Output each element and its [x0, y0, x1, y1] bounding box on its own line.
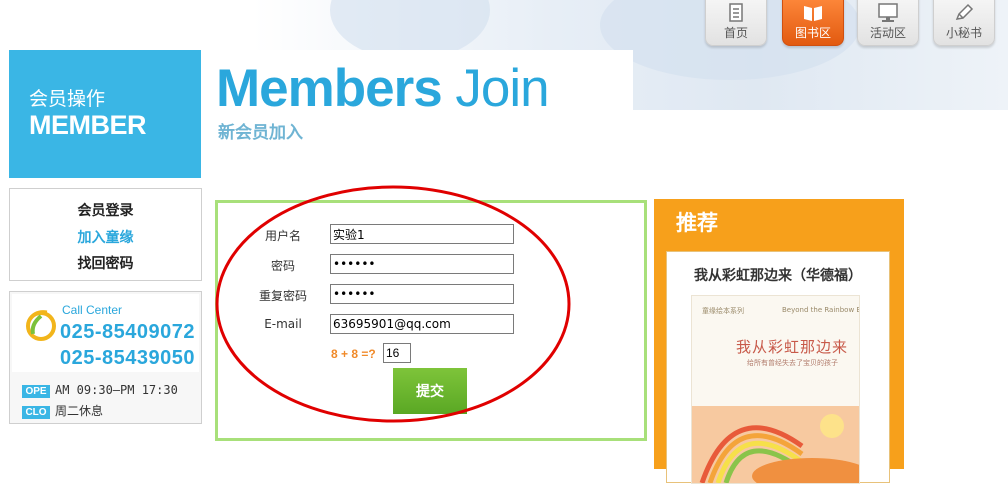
hours-text: AM 09:30—PM 17:30	[55, 383, 178, 397]
page-title-light: Join	[441, 59, 549, 118]
username-field[interactable]	[330, 224, 514, 244]
cover-series: 童缘绘本系列	[702, 307, 744, 315]
page-title-bold: Members	[216, 59, 443, 118]
monitor-icon	[878, 3, 898, 22]
captcha-question: 8 + 8 =?	[331, 347, 376, 361]
book-icon	[804, 6, 822, 21]
hours-tag: CLO	[22, 406, 50, 419]
call-center-box: Call Center 025-85409072 025-85439050 OP…	[9, 291, 202, 424]
book-title: 我从彩虹那边来（华德福）	[694, 268, 862, 284]
sidebar-item-login[interactable]: 会员登录	[10, 200, 201, 220]
recommend-title: 推荐	[676, 211, 718, 235]
nav-books[interactable]: 图书区	[782, 0, 844, 46]
cover-tagline: 给所有曾经失去了宝贝的孩子	[747, 359, 838, 367]
book-cover[interactable]: 童缘绘本系列 Beyond the Rainbow Bridge 我从彩虹那边来…	[691, 295, 860, 484]
nav-label: 活动区	[869, 26, 906, 40]
phone-icon	[26, 310, 56, 341]
member-title-cn: 会员操作	[29, 88, 106, 110]
phone-number: 025-85439050	[60, 347, 196, 369]
nav-label: 图书区	[794, 26, 831, 40]
opening-hours: OPE AM 09:30—PM 17:30	[22, 383, 178, 398]
confirm-password-label: 重复密码	[258, 289, 307, 303]
page-title: Members Join	[216, 56, 550, 122]
sidebar-item-recover-password[interactable]: 找回密码	[10, 253, 201, 273]
sidebar-menu: 会员登录 加入童缘 找回密码	[9, 188, 202, 281]
username-label: 用户名	[264, 229, 301, 243]
page-subtitle: 新会员加入	[218, 123, 303, 143]
email-field[interactable]	[330, 314, 514, 334]
pencil-icon	[955, 3, 974, 20]
book-card[interactable]: 我从彩虹那边来（华德福） 童缘绘本系列 Beyond the Rainbow B…	[666, 251, 890, 484]
sidebar-item-join[interactable]: 加入童缘	[10, 227, 201, 247]
call-center-label: Call Center	[62, 303, 123, 317]
document-icon	[729, 3, 743, 22]
captcha-field[interactable]	[383, 343, 411, 363]
confirm-password-field[interactable]	[330, 284, 514, 304]
nav-label: 首页	[723, 26, 748, 40]
registration-form: 用户名 密码 重复密码 E-mail 8 + 8 =? 提交	[215, 200, 647, 441]
nav-label: 小秘书	[945, 26, 982, 40]
member-banner: 会员操作 MEMBER	[9, 50, 201, 178]
nav-activities[interactable]: 活动区	[857, 0, 919, 46]
cover-title: 我从彩虹那边来	[736, 338, 849, 356]
nav-secretary[interactable]: 小秘书	[933, 0, 995, 46]
call-center-inner: Call Center 025-85409072 025-85439050	[12, 294, 199, 372]
nav-home[interactable]: 首页	[705, 0, 767, 46]
member-title-en: MEMBER	[29, 110, 147, 140]
recommend-panel: 推荐 我从彩虹那边来（华德福） 童缘绘本系列 Beyond the Rainbo…	[654, 199, 904, 484]
hours-text: 周二休息	[55, 404, 104, 418]
phone-number: 025-85409072	[60, 321, 196, 343]
cover-en-title: Beyond the Rainbow Bridge	[782, 306, 859, 314]
hours-tag: OPE	[22, 385, 50, 398]
cover-illustration	[692, 406, 859, 483]
closing-day: CLO 周二休息	[22, 402, 103, 419]
password-field[interactable]	[330, 254, 514, 274]
email-label: E-mail	[264, 317, 302, 331]
password-label: 密码	[270, 259, 295, 273]
submit-button[interactable]: 提交	[393, 368, 467, 414]
